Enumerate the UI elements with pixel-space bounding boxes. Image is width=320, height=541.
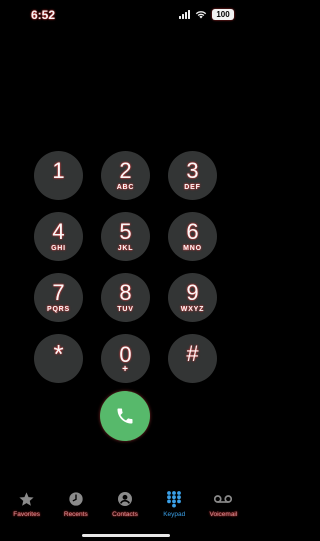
key-star[interactable]: * (34, 334, 83, 383)
key-letters: PQRS (46, 305, 71, 313)
key-6[interactable]: 6 MNO (168, 212, 217, 261)
tab-label: Favorites (13, 511, 40, 518)
key-digit: 5 (119, 218, 132, 244)
tab-recents[interactable]: Recents (51, 490, 100, 530)
key-4[interactable]: 4 GHI (34, 212, 83, 261)
key-letters: WXYZ (180, 305, 205, 313)
key-letters: TUV (117, 305, 134, 313)
home-indicator[interactable] (82, 534, 170, 537)
person-circle-icon (116, 490, 134, 508)
key-digit: 7 (52, 279, 65, 305)
tab-label: Voicemail (209, 511, 238, 518)
tab-label: Contacts (112, 511, 138, 518)
key-digit: 9 (186, 279, 199, 305)
phone-icon (117, 408, 133, 424)
key-7[interactable]: 7 PQRS (34, 273, 83, 322)
key-5[interactable]: 5 JKL (101, 212, 150, 261)
key-digit: 2 (119, 157, 132, 183)
key-hash[interactable]: # (168, 334, 217, 383)
tab-contacts[interactable]: Contacts (100, 490, 149, 530)
wifi-icon (195, 10, 207, 19)
tab-favorites[interactable]: Favorites (2, 490, 51, 530)
key-digit: 0 (119, 341, 132, 367)
key-8[interactable]: 8 TUV (101, 273, 150, 322)
key-digit: 1 (52, 157, 65, 183)
tab-label: Keypad (163, 511, 186, 518)
key-2[interactable]: 2 ABC (101, 151, 150, 200)
keypad-grid-icon (165, 490, 183, 508)
status-time: 6:52 (31, 8, 56, 22)
key-letters: ABC (116, 183, 135, 191)
key-1[interactable]: 1 (34, 151, 83, 200)
key-digit: 4 (52, 218, 65, 244)
key-digit: 3 (186, 157, 199, 183)
call-button[interactable] (100, 391, 150, 441)
key-digit: * (53, 338, 64, 369)
battery-indicator: 100 (212, 9, 234, 20)
tab-voicemail[interactable]: Voicemail (199, 490, 248, 530)
key-letters: GHI (51, 244, 66, 252)
tab-bar: Favorites Recents Contacts Keypad Voicem… (0, 490, 250, 530)
key-letters: DEF (184, 183, 201, 191)
key-digit: # (186, 340, 199, 366)
dial-keypad: 1 2 ABC 3 DEF 4 GHI 5 JKL 6 MNO 7 PQRS 8… (34, 151, 217, 383)
key-letters: JKL (117, 244, 134, 252)
key-9[interactable]: 9 WXYZ (168, 273, 217, 322)
status-icons: 100 (179, 9, 234, 20)
tab-label: Recents (63, 511, 88, 518)
key-letters: + (122, 363, 129, 375)
tab-keypad[interactable]: Keypad (150, 490, 199, 530)
cellular-signal-icon (179, 10, 190, 19)
star-icon (18, 490, 36, 508)
key-digit: 6 (186, 218, 199, 244)
key-3[interactable]: 3 DEF (168, 151, 217, 200)
status-bar: 6:52 100 (0, 0, 250, 28)
voicemail-icon (214, 490, 233, 508)
key-0[interactable]: 0 + (101, 334, 150, 383)
key-letters: MNO (183, 244, 202, 252)
key-digit: 8 (119, 279, 132, 305)
clock-icon (67, 490, 85, 508)
